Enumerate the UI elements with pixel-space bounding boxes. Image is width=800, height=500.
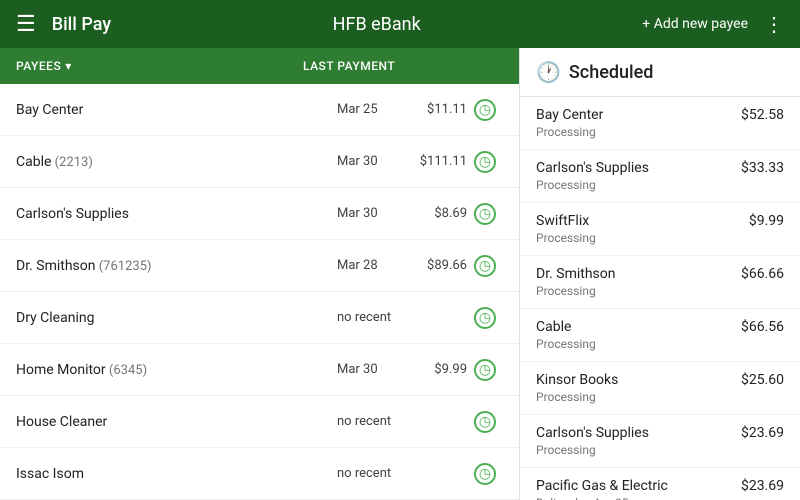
scheduled-item[interactable]: Cable $66.56 Processing: [520, 309, 800, 362]
payees-column-header[interactable]: PAYEES ▾: [16, 59, 303, 73]
scheduled-item-amount: $52.58: [741, 107, 784, 123]
payee-name: Issac Isom: [16, 466, 337, 482]
main-content: PAYEES ▾ LAST PAYMENT Bay CenterMar 25$1…: [0, 48, 800, 500]
payee-name: Home Monitor (6345): [16, 362, 337, 378]
header-right: + Add new payee ⋮: [642, 12, 784, 36]
payee-row[interactable]: Home Monitor (6345)Mar 30$9.99◷: [0, 344, 519, 396]
column-headers: PAYEES ▾ LAST PAYMENT: [0, 48, 519, 84]
clock-icon[interactable]: ◷: [467, 255, 503, 277]
scheduled-item[interactable]: SwiftFlix $9.99 Processing: [520, 203, 800, 256]
more-icon[interactable]: ⋮: [764, 12, 784, 36]
clock-icon[interactable]: ◷: [467, 463, 503, 485]
scheduled-item-name: Cable: [536, 319, 571, 335]
scheduled-item-name: Kinsor Books: [536, 372, 618, 388]
payee-date: no recent: [337, 414, 397, 429]
scheduled-item-name: Dr. Smithson: [536, 266, 615, 282]
scheduled-item-status: Processing: [536, 443, 784, 457]
scheduled-item-name: Pacific Gas & Electric: [536, 478, 668, 494]
scheduled-item[interactable]: Carlson's Supplies $33.33 Processing: [520, 150, 800, 203]
payee-name: Cable (2213): [16, 154, 337, 170]
scheduled-item[interactable]: Kinsor Books $25.60 Processing: [520, 362, 800, 415]
clock-icon[interactable]: ◷: [467, 307, 503, 329]
scheduled-item[interactable]: Pacific Gas & Electric $23.69 Deliver by: …: [520, 468, 800, 500]
scheduled-header: 🕐 Scheduled: [520, 48, 800, 97]
payee-row[interactable]: Dry Cleaningno recent ◷: [0, 292, 519, 344]
payees-panel: PAYEES ▾ LAST PAYMENT Bay CenterMar 25$1…: [0, 48, 520, 500]
payee-row[interactable]: Carlson's SuppliesMar 30$8.69◷: [0, 188, 519, 240]
payee-amount: $11.11: [397, 102, 467, 117]
scheduled-item[interactable]: Dr. Smithson $66.66 Processing: [520, 256, 800, 309]
scheduled-list: Bay Center$52.58ProcessingCarlson's Supp…: [520, 97, 800, 500]
payee-row[interactable]: House Cleanerno recent ◷: [0, 396, 519, 448]
payee-name: Dr. Smithson (761235): [16, 258, 337, 274]
scheduled-item-status: Processing: [536, 284, 784, 298]
payee-row[interactable]: Bay CenterMar 25$11.11◷: [0, 84, 519, 136]
scheduled-item-amount: $23.69: [741, 425, 784, 441]
scheduled-item[interactable]: Carlson's Supplies $23.69 Processing: [520, 415, 800, 468]
payee-name: Bay Center: [16, 102, 337, 118]
scheduled-item[interactable]: Bay Center $52.58 Processing: [520, 97, 800, 150]
scheduled-item-amount: $66.66: [741, 266, 784, 282]
scheduled-item-amount: $66.56: [741, 319, 784, 335]
scheduled-panel: 🕐 Scheduled Bay Center$52.58ProcessingCa…: [520, 48, 800, 500]
payee-row[interactable]: Dr. Smithson (761235)Mar 28$89.66◷: [0, 240, 519, 292]
bill-pay-title: Bill Pay: [52, 14, 111, 35]
payee-date: Mar 30: [337, 362, 397, 377]
app-name: HFB eBank: [111, 14, 642, 35]
payee-date: no recent: [337, 310, 397, 325]
clock-icon[interactable]: ◷: [467, 359, 503, 381]
payee-date: Mar 30: [337, 206, 397, 221]
add-payee-button[interactable]: + Add new payee: [642, 16, 748, 32]
scheduled-item-amount: $23.69: [741, 478, 784, 494]
payee-row[interactable]: Issac Isomno recent ◷: [0, 448, 519, 500]
scheduled-item-status: Processing: [536, 231, 784, 245]
scheduled-item-amount: $33.33: [741, 160, 784, 176]
payee-date: Mar 25: [337, 102, 397, 117]
scheduled-item-status: Processing: [536, 337, 784, 351]
scheduled-item-amount: $9.99: [749, 213, 784, 229]
menu-icon[interactable]: ☰: [16, 12, 36, 37]
header-left: ☰ Bill Pay: [16, 12, 111, 37]
payees-list: Bay CenterMar 25$11.11◷Cable (2213)Mar 3…: [0, 84, 519, 500]
payee-amount: $9.99: [397, 362, 467, 377]
scheduled-item-status: Processing: [536, 125, 784, 139]
payee-name: Dry Cleaning: [16, 310, 337, 326]
scheduled-item-status: Processing: [536, 390, 784, 404]
clock-icon[interactable]: ◷: [467, 411, 503, 433]
scheduled-clock-icon: 🕐: [536, 60, 561, 84]
payee-date: Mar 30: [337, 154, 397, 169]
app-header: ☰ Bill Pay HFB eBank + Add new payee ⋮: [0, 0, 800, 48]
payee-id: (6345): [106, 363, 147, 378]
last-payment-column-header: LAST PAYMENT: [303, 59, 503, 73]
payee-amount: $89.66: [397, 258, 467, 273]
scheduled-item-name: Carlson's Supplies: [536, 425, 649, 441]
scheduled-item-amount: $25.60: [741, 372, 784, 388]
clock-icon[interactable]: ◷: [467, 151, 503, 173]
payee-date: no recent: [337, 466, 397, 481]
payee-amount: $111.11: [397, 154, 467, 169]
payee-name: Carlson's Supplies: [16, 206, 337, 222]
clock-icon[interactable]: ◷: [467, 99, 503, 121]
scheduled-item-status: Deliver by: Apr 05: [536, 496, 784, 500]
scheduled-item-name: Bay Center: [536, 107, 603, 123]
payee-date: Mar 28: [337, 258, 397, 273]
scheduled-item-status: Processing: [536, 178, 784, 192]
scheduled-title: Scheduled: [569, 62, 653, 83]
scheduled-item-name: Carlson's Supplies: [536, 160, 649, 176]
payee-name: House Cleaner: [16, 414, 337, 430]
scheduled-item-name: SwiftFlix: [536, 213, 589, 229]
payee-amount: $8.69: [397, 206, 467, 221]
payee-row[interactable]: Cable (2213)Mar 30$111.11◷: [0, 136, 519, 188]
payee-id: (761235): [95, 259, 151, 274]
payee-id: (2213): [51, 155, 92, 170]
clock-icon[interactable]: ◷: [467, 203, 503, 225]
